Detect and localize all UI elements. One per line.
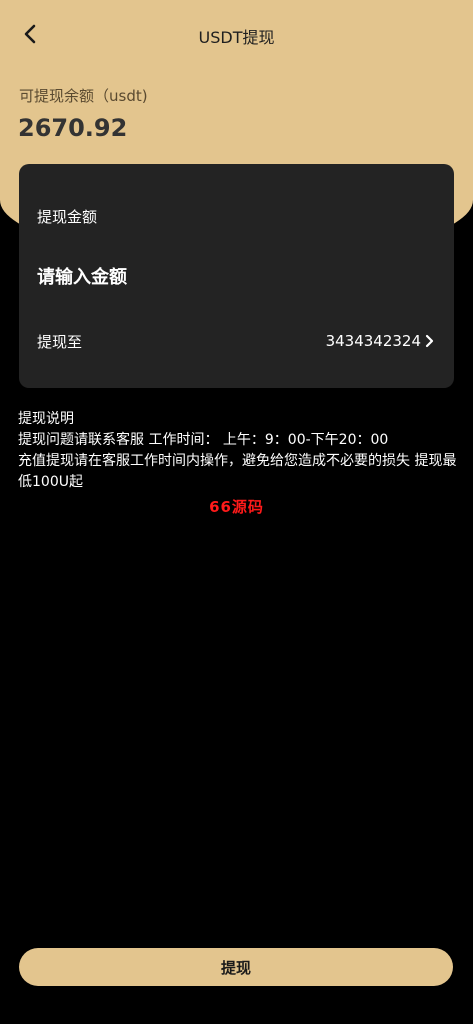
top-bar: USDT提现 [0,0,473,68]
amount-input[interactable] [35,262,429,292]
notes-line-hours: 提现问题请联系客服 工作时间： 上午：9：00-下午20：00 [18,432,389,448]
withdraw-card: 提现金额 提现至 3434342324 [19,164,454,388]
notes-line-tips: 充值提现请在客服工作时间内操作，避免给您造成不必要的损失 提现最低100U起 [18,453,457,490]
amount-label: 提现金额 [37,208,98,226]
balance-label: 可提现余额（usdt) [19,87,148,105]
chevron-right-icon [425,334,434,348]
notes-title: 提现说明 [18,411,74,427]
submit-withdraw-button[interactable]: 提现 [19,948,453,986]
watermark-text: 66源码 [209,498,264,516]
page-title: USDT提现 [198,28,275,47]
balance-value: 2670.92 [18,114,128,142]
withdraw-to-row[interactable]: 提现至 3434342324 [37,330,434,352]
withdraw-to-value: 3434342324 [325,332,421,350]
withdraw-notes: 提现说明 提现问题请联系客服 工作时间： 上午：9：00-下午20：00 充值提… [18,409,458,493]
withdraw-to-account[interactable]: 3434342324 [326,332,434,350]
withdraw-to-label: 提现至 [37,332,83,351]
